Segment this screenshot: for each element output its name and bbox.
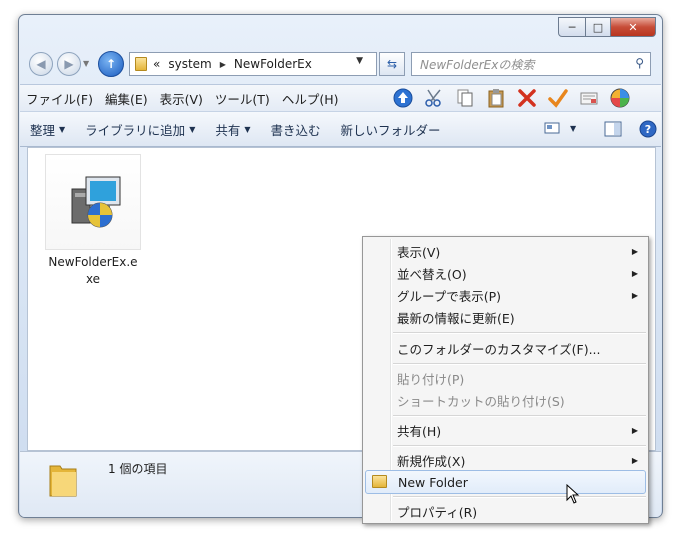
menu-view[interactable]: 表示(V)	[154, 89, 209, 108]
mouse-cursor-icon	[566, 484, 580, 504]
organize-label: 整理	[30, 122, 56, 138]
chevron-down-icon: ▼	[244, 124, 251, 134]
submenu-arrow-icon: ▶	[631, 425, 638, 435]
breadcrumb-newfolderex[interactable]: NewFolderEx	[234, 57, 312, 71]
context-menu: 表示(V) ▶ 並べ替え(O) ▶ グループで表示(P) ▶ 最新の情報に更新(E) …	[362, 236, 649, 524]
maximize-button[interactable]: □	[586, 17, 611, 37]
burn-button[interactable]: 書き込む	[261, 120, 331, 139]
preview-pane-button[interactable]	[604, 121, 622, 140]
menu-item-label: 最新の情報に更新(E)	[397, 310, 515, 326]
preview-pane-icon	[604, 121, 622, 137]
menu-separator	[393, 363, 646, 365]
command-bar: 整理 ▼ ライブラリに追加 ▼ 共有 ▼ 書き込む 新しいフォルダー ▼ ?	[20, 112, 661, 147]
add-to-library-label: ライブラリに追加	[85, 122, 186, 138]
caption-buttons: ─ □ ✕	[558, 17, 656, 37]
menu-item-refresh[interactable]: 最新の情報に更新(E)	[365, 306, 646, 328]
menu-item-label: ショートカットの貼り付け(S)	[397, 393, 565, 409]
menu-file[interactable]: ファイル(F)	[20, 89, 99, 108]
menu-edit[interactable]: 編集(E)	[99, 89, 154, 108]
search-input[interactable]: NewFolderExの検索	[420, 56, 534, 73]
menu-separator	[393, 332, 646, 334]
colorwheel-icon[interactable]	[607, 87, 633, 109]
breadcrumb-separator-icon[interactable]: ▶	[220, 60, 226, 69]
menu-item-label: 表示(V)	[397, 244, 441, 260]
chevron-down-icon: ▼	[189, 124, 196, 134]
menu-item-label: グループで表示(P)	[397, 288, 502, 304]
search-box[interactable]: NewFolderExの検索 ⚲	[411, 52, 651, 76]
share-label: 共有	[215, 122, 241, 138]
back-arrow-icon: ◀	[36, 57, 46, 71]
menu-help[interactable]: ヘルプ(H)	[276, 89, 345, 108]
submenu-arrow-icon: ▶	[631, 246, 638, 256]
search-icon[interactable]: ⚲	[635, 56, 644, 70]
folder-icon	[135, 57, 147, 71]
close-button[interactable]: ✕	[611, 17, 656, 37]
paste-icon[interactable]	[483, 87, 509, 109]
submenu-arrow-icon: ▶	[631, 268, 638, 278]
view-icon	[544, 122, 560, 134]
chevron-down-icon: ▼	[570, 123, 577, 133]
menu-item-paste: 貼り付け(P)	[365, 367, 646, 389]
checkmark-icon[interactable]	[545, 87, 571, 109]
menu-item-new-folder[interactable]: New Folder	[365, 470, 646, 494]
menu-item-label: このフォルダーのカスタマイズ(F)...	[397, 341, 601, 357]
forward-button[interactable]: ▶	[57, 52, 81, 76]
address-dropdown-icon[interactable]: ▼	[356, 56, 363, 66]
menu-item-label: New Folder	[398, 474, 468, 490]
recent-pages-dropdown-icon[interactable]: ▼	[83, 59, 89, 68]
menu-bar: ファイル(F) 編集(E) 表示(V) ツール(T) ヘルプ(H)	[20, 84, 661, 112]
address-bar[interactable]: « system ▶ NewFolderEx ▼	[129, 52, 377, 76]
share-button[interactable]: 共有 ▼	[205, 120, 260, 139]
back-button[interactable]: ◀	[29, 52, 53, 76]
item-count: 1 個の項目	[108, 462, 168, 476]
add-to-library-button[interactable]: ライブラリに追加 ▼	[75, 120, 205, 139]
menu-item-customize[interactable]: このフォルダーのカスタマイズ(F)...	[365, 337, 646, 359]
forward-arrow-icon: ▶	[64, 57, 74, 71]
chevron-down-icon: ▼	[59, 124, 66, 134]
menu-item-view[interactable]: 表示(V) ▶	[365, 240, 646, 262]
organize-button[interactable]: 整理 ▼	[20, 120, 75, 139]
file-name[interactable]: NewFolderEx.exe	[45, 254, 141, 288]
properties-icon[interactable]	[576, 87, 602, 109]
installer-icon	[45, 154, 141, 250]
help-button[interactable]: ?	[639, 120, 657, 141]
menu-item-label: 並べ替え(O)	[397, 266, 467, 282]
refresh-button[interactable]: ⇆	[379, 52, 405, 76]
navigation-bar: ◀ ▶ ▼ ↑ « system ▶ NewFolderEx ▼ ⇆ NewFo…	[19, 45, 662, 81]
view-options-button[interactable]: ▼	[544, 121, 576, 135]
breadcrumb-system[interactable]: system	[168, 57, 211, 71]
menu-separator	[393, 415, 646, 417]
up-level-button[interactable]: ↑	[98, 51, 124, 77]
delete-icon[interactable]	[514, 87, 540, 109]
folder-icon	[372, 475, 387, 488]
menu-tools[interactable]: ツール(T)	[209, 89, 276, 108]
minimize-button[interactable]: ─	[558, 17, 586, 37]
menu-item-label: 貼り付け(P)	[397, 371, 465, 387]
menu-item-properties[interactable]: プロパティ(R)	[365, 500, 646, 522]
menu-item-new[interactable]: 新規作成(X) ▶	[365, 449, 646, 471]
up-icon[interactable]	[390, 87, 416, 109]
menu-separator	[393, 496, 646, 498]
new-folder-button[interactable]: 新しいフォルダー	[331, 120, 451, 139]
refresh-icon: ⇆	[386, 57, 398, 71]
submenu-arrow-icon: ▶	[631, 290, 638, 300]
cut-icon[interactable]	[421, 87, 447, 109]
menu-toolbar	[390, 87, 638, 109]
file-item[interactable]: NewFolderEx.exe	[45, 154, 141, 288]
up-arrow-icon: ↑	[105, 57, 117, 71]
menu-item-sort[interactable]: 並べ替え(O) ▶	[365, 262, 646, 284]
menu-separator	[393, 445, 646, 447]
menu-item-label: プロパティ(R)	[397, 504, 478, 520]
svg-text:?: ?	[645, 123, 651, 136]
help-icon: ?	[639, 120, 657, 138]
menu-item-label: 共有(H)	[397, 423, 442, 439]
folder-icon	[49, 465, 77, 497]
submenu-arrow-icon: ▶	[631, 455, 638, 465]
menu-item-label: 新規作成(X)	[397, 453, 466, 469]
menu-item-share[interactable]: 共有(H) ▶	[365, 419, 646, 441]
menu-item-paste-shortcut: ショートカットの貼り付け(S)	[365, 389, 646, 411]
copy-icon[interactable]	[452, 87, 478, 109]
menu-item-group[interactable]: グループで表示(P) ▶	[365, 284, 646, 306]
breadcrumb-prefix[interactable]: «	[153, 57, 160, 71]
